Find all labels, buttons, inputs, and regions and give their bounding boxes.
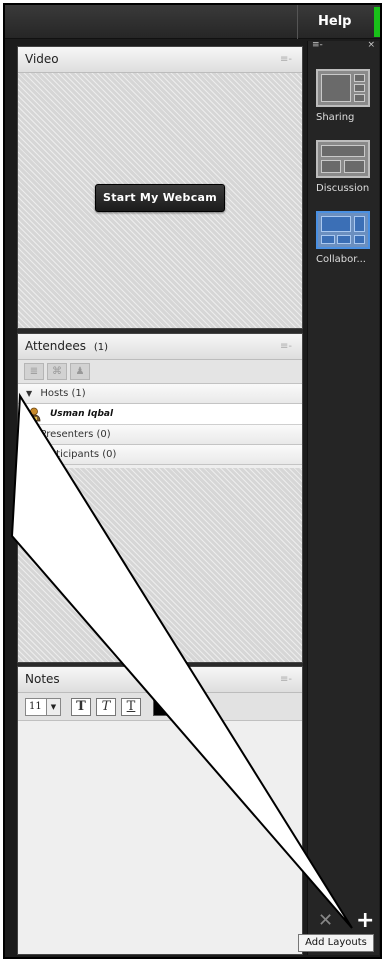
notes-text-area[interactable]: [18, 721, 302, 954]
expand-triangle-icon: ▼: [26, 389, 33, 398]
hosts-group-label: Hosts (1): [40, 388, 86, 399]
attendee-row[interactable]: Usman Iqbal: [18, 404, 302, 425]
add-layouts-tooltip: Add Layouts: [298, 934, 374, 952]
close-icon[interactable]: ×: [367, 40, 375, 50]
pod-menu-icon[interactable]: ≡-: [280, 341, 292, 352]
status-indicator: [374, 7, 380, 37]
layout-sharing[interactable]: Sharing: [316, 69, 378, 123]
layout-discussion[interactable]: Discussion: [316, 140, 378, 194]
underline-button[interactable]: T: [121, 698, 141, 716]
pod-menu-icon[interactable]: ≡-: [280, 54, 292, 65]
attendees-pod-header: Attendees (1) ≡-: [18, 334, 302, 360]
text-color-picker[interactable]: [153, 698, 173, 716]
chevron-down-icon: ▼: [46, 699, 60, 715]
font-size-value: 11: [29, 701, 42, 712]
layout-thumbnail: [316, 69, 370, 107]
layout-label: Collabor...: [316, 254, 366, 265]
layouts-panel-header: ≡- ×: [308, 40, 379, 53]
italic-button[interactable]: T: [96, 698, 116, 716]
layout-collaboration[interactable]: Collabor...: [316, 211, 378, 265]
start-webcam-button[interactable]: Start My Webcam: [95, 184, 225, 212]
notes-pod: Notes ≡- 11 ▼ T T T: [17, 666, 303, 955]
hosts-group[interactable]: ▼ Hosts (1): [18, 384, 302, 404]
attendee-name: Usman Iqbal: [50, 409, 114, 419]
attendees-pod: Attendees (1) ≡- ≣ ⌘ ♟ ▼ Hosts (1) Usman…: [17, 333, 303, 663]
notes-toolbar: 11 ▼ T T T: [18, 693, 302, 721]
font-size-select[interactable]: 11 ▼: [25, 698, 61, 716]
add-layout-icon[interactable]: +: [356, 908, 374, 933]
layouts-panel: ≡- × Sharing Discussion Collabor... ✕ +: [307, 40, 379, 955]
notes-pod-header: Notes ≡-: [18, 667, 302, 693]
breakout-icon[interactable]: ⌘: [47, 363, 67, 380]
attendees-pod-title: Attendees (1): [25, 339, 108, 353]
pod-menu-icon[interactable]: ≡-: [280, 674, 292, 685]
layout-thumbnail: [316, 211, 370, 249]
attendees-count: (1): [93, 342, 109, 353]
help-menu[interactable]: Help: [297, 5, 372, 39]
pods-area: Video ≡- Start My Webcam Attendees (1) ≡…: [17, 46, 303, 955]
top-menu-bar: Help: [5, 5, 380, 39]
participants-group-label: Participants (0): [40, 449, 117, 460]
app-window: Help Video ≡- Start My Webcam Attendees …: [3, 3, 382, 959]
layout-label: Discussion: [316, 183, 370, 194]
layout-thumbnail: [316, 140, 370, 178]
attendees-title-text: Attendees: [25, 339, 87, 353]
video-pod-header: Video ≡-: [18, 47, 302, 73]
attendees-toolbar: ≣ ⌘ ♟: [18, 360, 302, 384]
host-user-icon: [27, 407, 41, 422]
attendee-status-icon[interactable]: ♟: [70, 363, 90, 380]
video-pod: Video ≡- Start My Webcam: [17, 46, 303, 329]
video-pod-title: Video: [25, 52, 59, 66]
presenters-group-label: Presenters (0): [40, 429, 111, 440]
participants-group[interactable]: ▶ Participants (0): [18, 445, 302, 465]
bold-button[interactable]: T: [71, 698, 91, 716]
layout-label: Sharing: [316, 112, 355, 123]
layouts-menu-icon[interactable]: ≡-: [312, 40, 323, 50]
delete-layout-icon[interactable]: ✕: [318, 910, 333, 931]
notes-pod-title: Notes: [25, 672, 60, 686]
attendees-empty-area: [18, 468, 302, 662]
video-area: Start My Webcam: [18, 73, 302, 328]
list-view-icon[interactable]: ≣: [24, 363, 44, 380]
presenters-group[interactable]: ▶ Presenters (0): [18, 425, 302, 445]
